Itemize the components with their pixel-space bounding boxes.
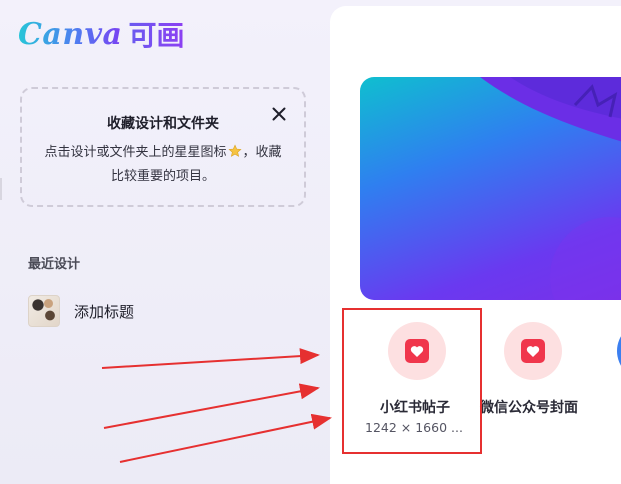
template-icon-circle bbox=[504, 322, 562, 380]
tip-body-line2: 比较重要的项目。 bbox=[110, 169, 215, 184]
sidebar: Canva 可画 收藏设计和文件夹 点击设计或文件夹上的星星图标 ，收藏 比较重要… bbox=[0, 0, 330, 484]
tip-body: 点击设计或文件夹上的星星图标 ，收藏 比较重要的项目。 bbox=[22, 141, 304, 189]
recent-design-title: 添加标题 bbox=[74, 302, 135, 321]
close-icon[interactable] bbox=[268, 103, 290, 125]
tip-title: 收藏设计和文件夹 bbox=[107, 116, 219, 132]
template-icon-circle bbox=[388, 322, 446, 380]
template-card-xiaohongshu[interactable]: 小红书帖子 1242 × 1660 ... bbox=[345, 0, 485, 484]
template-name: 微信公众号封面 bbox=[480, 400, 578, 416]
heart-icon bbox=[521, 339, 545, 363]
app-window: Canva 可画 收藏设计和文件夹 点击设计或文件夹上的星星图标 ，收藏 比较重要… bbox=[0, 0, 621, 484]
template-name: 小红书帖子 bbox=[380, 400, 450, 416]
logo-wordmark: Canva bbox=[18, 16, 123, 52]
tip-body-text: 点击设计或文件夹上的星星图标 bbox=[44, 145, 227, 160]
design-thumbnail bbox=[28, 295, 60, 327]
star-icon bbox=[227, 144, 242, 157]
heart-icon bbox=[405, 339, 429, 363]
canva-logo[interactable]: Canva 可画 bbox=[18, 14, 185, 54]
recent-designs-heading: 最近设计 bbox=[28, 257, 81, 272]
favorites-tip-card: 收藏设计和文件夹 点击设计或文件夹上的星星图标 ，收藏 比较重要的项目。 bbox=[20, 87, 306, 207]
recent-design-item[interactable]: 添加标题 bbox=[28, 293, 308, 329]
tip-body-text-end: ，收藏 bbox=[242, 145, 282, 160]
template-size: 1242 × 1660 ... bbox=[365, 420, 463, 435]
template-card-wechat-cover[interactable]: 微信公众号封面 bbox=[478, 0, 618, 484]
logo-cjk-wordmark: 可画 bbox=[129, 14, 185, 54]
